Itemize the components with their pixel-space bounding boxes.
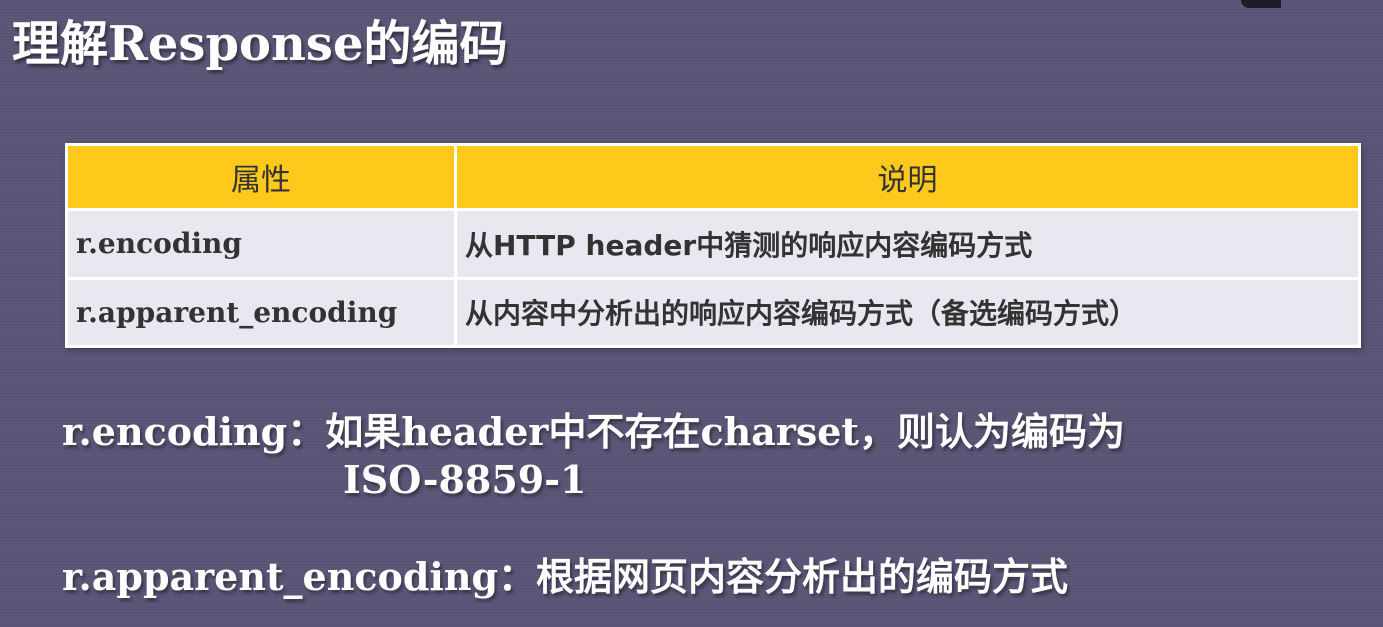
encoding-note: r.encoding：如果header中不存在charset，则认为编码为 IS…: [62, 408, 1125, 504]
attribute-table: 属性 说明 r.encoding 从HTTP header中猜测的响应内容编码方…: [65, 143, 1361, 348]
attribute-cell: r.apparent_encoding: [65, 276, 457, 348]
column-header-description: 说明: [454, 143, 1361, 211]
apparent-encoding-note-line1: r.apparent_encoding：根据网页内容分析出的编码方式: [62, 554, 1069, 599]
table-header-row: 属性 说明: [65, 143, 1361, 211]
encoding-note-line1: r.encoding：如果header中不存在charset，则认为编码为: [62, 409, 1125, 454]
corner-decoration: [1241, 0, 1281, 8]
table-row: r.apparent_encoding 从内容中分析出的响应内容编码方式（备选编…: [65, 276, 1361, 348]
attribute-cell: r.encoding: [65, 208, 457, 280]
description-cell: 从内容中分析出的响应内容编码方式（备选编码方式）: [454, 276, 1361, 348]
table-row: r.encoding 从HTTP header中猜测的响应内容编码方式: [65, 208, 1361, 280]
description-cell: 从HTTP header中猜测的响应内容编码方式: [454, 208, 1361, 280]
encoding-note-line2: ISO-8859-1: [343, 457, 587, 502]
apparent-encoding-note: r.apparent_encoding：根据网页内容分析出的编码方式: [62, 553, 1068, 601]
slide-title: 理解Response的编码: [12, 16, 508, 72]
column-header-attribute: 属性: [65, 143, 457, 211]
